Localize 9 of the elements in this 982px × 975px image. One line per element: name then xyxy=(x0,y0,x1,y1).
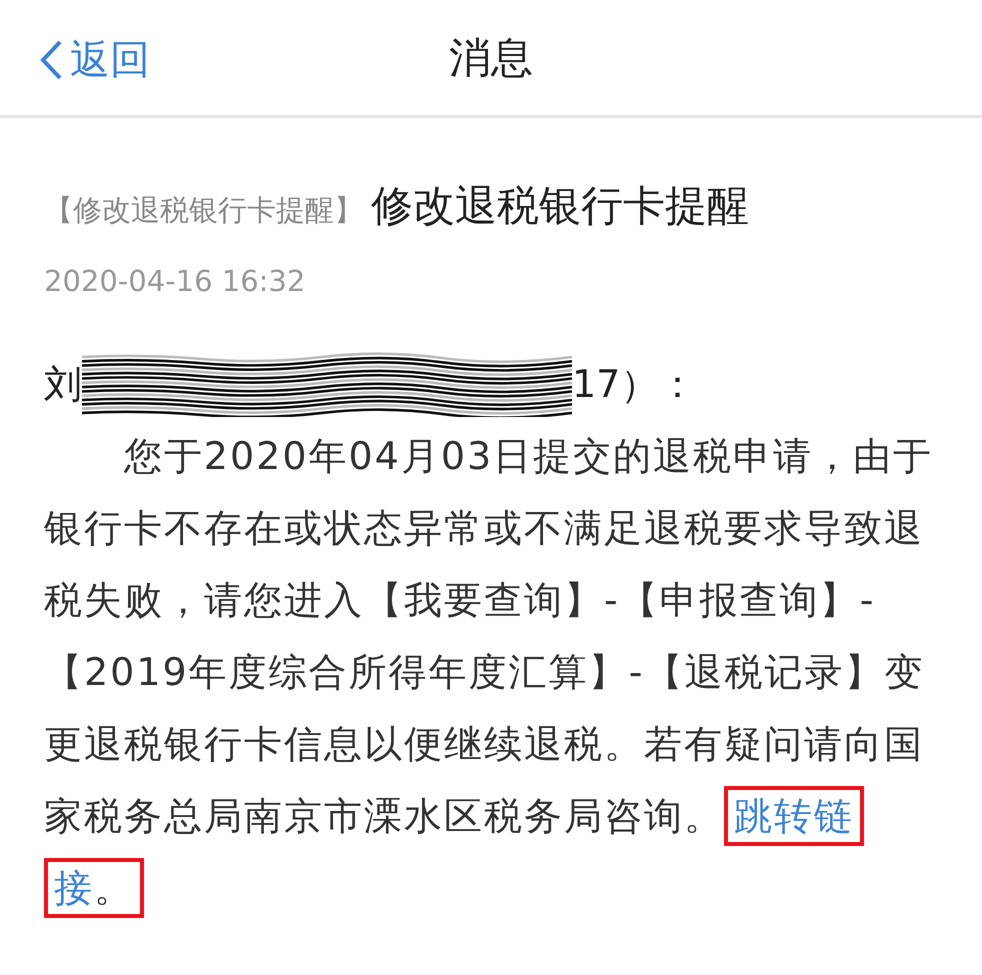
message-body: 您于2020年04月03日提交的退税申请，由于银行卡不存在或状态异常或不满足退税要求导致退税失败，请您进入【我要查询】-【申报查询】-【2019年度综合所得年度汇算】-【退税记录】变更退税银行卡信息以便继续退税。若有疑问请向国家税务总局南京市溧水区税务局咨询。 跳转链 接。 xyxy=(44,420,934,924)
back-button[interactable]: 返回 xyxy=(38,32,150,87)
greeting-start: 刘 xyxy=(44,360,82,408)
message-time: 2020-04-16 16:32 xyxy=(44,264,306,298)
page-title: 消息 xyxy=(449,32,533,84)
message-title: 修改退税银行卡提醒 xyxy=(371,180,749,232)
greeting-end: 17）： xyxy=(572,360,696,408)
jump-link[interactable]: 接 xyxy=(54,866,94,910)
message-tag: 【修改退税银行卡提醒】 xyxy=(44,191,363,231)
